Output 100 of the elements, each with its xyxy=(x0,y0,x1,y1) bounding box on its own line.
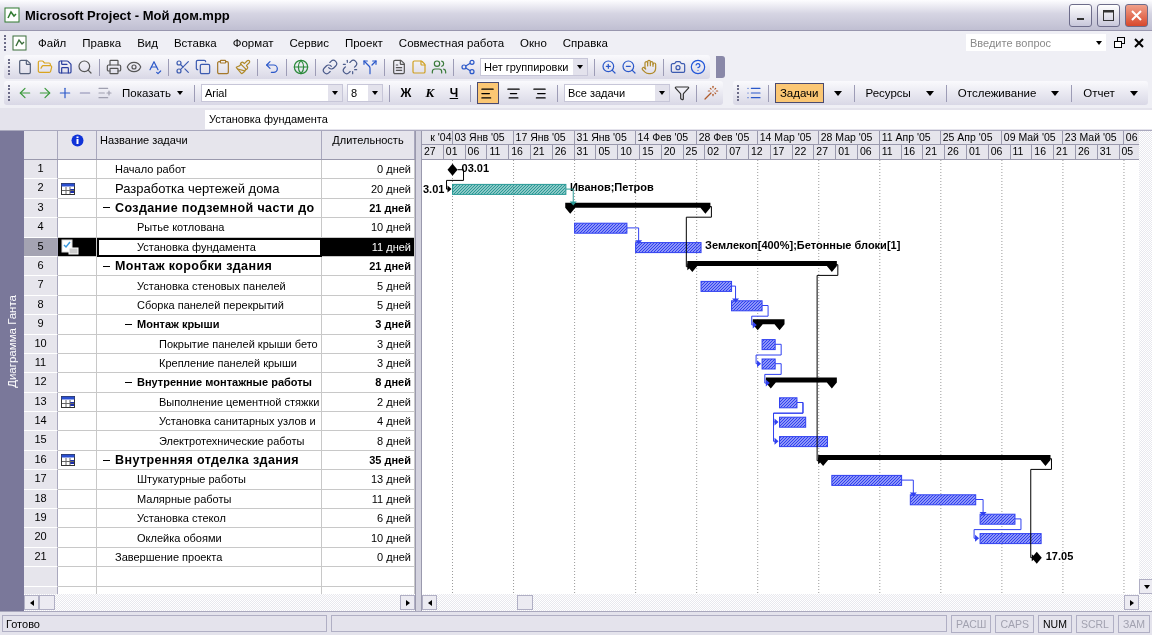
duration-cell[interactable]: 21 дней xyxy=(322,198,415,219)
duration-cell[interactable]: 21 дней xyxy=(322,256,415,277)
scissors-icon[interactable] xyxy=(175,59,191,75)
share-icon[interactable] xyxy=(460,59,476,75)
task-name-cell[interactable]: Электротехнические работы xyxy=(97,431,322,451)
task-name-cell[interactable]: Разработка чертежей дома xyxy=(97,179,322,199)
duration-cell[interactable]: 3 дней xyxy=(322,334,415,354)
view-bar-label[interactable]: Диаграмма Ганта xyxy=(6,294,18,388)
plus-icon[interactable] xyxy=(57,85,73,101)
task-name-cell[interactable]: Монтаж коробки здания xyxy=(97,256,322,277)
task-name-cell[interactable]: Начало работ xyxy=(97,160,322,180)
help-search-field[interactable]: Введите вопрос xyxy=(966,34,1106,51)
scroll-right-button[interactable] xyxy=(1124,595,1139,610)
magic-wand-icon[interactable] xyxy=(702,85,719,101)
row-number[interactable]: 18 xyxy=(24,489,58,510)
scroll-thumb[interactable] xyxy=(39,595,55,610)
restore-icon[interactable] xyxy=(1114,36,1126,49)
row-number[interactable]: 20 xyxy=(24,528,58,548)
task-name-cell[interactable]: Установка фундамента xyxy=(97,237,322,257)
duration-cell[interactable]: 20 дней xyxy=(322,179,415,199)
summary-bar[interactable] xyxy=(565,202,711,214)
row-number[interactable]: 4 xyxy=(24,218,58,238)
row-number[interactable]: 14 xyxy=(24,412,58,432)
grouping-dropdown[interactable]: Нет группировки xyxy=(480,58,588,76)
summary-bar[interactable] xyxy=(765,377,837,389)
task-name-cell[interactable]: Установка стекол xyxy=(97,509,322,529)
preview-icon[interactable] xyxy=(126,59,142,75)
menu-item[interactable]: Вид xyxy=(130,34,165,51)
filter-icon[interactable] xyxy=(673,85,690,101)
row-number[interactable]: 17 xyxy=(24,470,58,490)
right-arrow-icon[interactable] xyxy=(37,85,53,101)
duration-cell[interactable]: 11 дней xyxy=(322,489,415,510)
duration-cell[interactable]: 0 дней xyxy=(322,160,415,180)
task-bar[interactable] xyxy=(574,222,628,234)
undo-icon[interactable] xyxy=(264,59,280,75)
maximize-button[interactable] xyxy=(1097,3,1120,27)
duration-cell[interactable]: 11 дней xyxy=(322,237,415,257)
menu-item[interactable]: Формат xyxy=(225,34,281,51)
camera-icon[interactable] xyxy=(670,59,686,75)
row-number[interactable]: 5 xyxy=(24,237,58,257)
duration-cell[interactable]: 5 дней xyxy=(322,276,415,296)
duration-cell[interactable]: 3 дней xyxy=(322,315,415,335)
scroll-thumb[interactable] xyxy=(517,595,533,610)
duration-cell[interactable]: 0 дней xyxy=(322,547,415,568)
vertical-scrollbar[interactable] xyxy=(1139,131,1152,611)
guide-button[interactable]: Задачи xyxy=(774,83,824,103)
copy-icon[interactable] xyxy=(195,59,211,75)
row-number[interactable]: 9 xyxy=(24,315,58,335)
task-name-cell[interactable]: Оклейка обоями xyxy=(97,528,322,548)
task-bar[interactable] xyxy=(831,474,903,486)
task-bar[interactable] xyxy=(909,494,977,506)
task-bar[interactable] xyxy=(979,513,1016,525)
dropdown-arrow-icon[interactable] xyxy=(1051,90,1060,96)
task-name-cell[interactable]: Малярные работы xyxy=(97,489,322,510)
row-number[interactable]: 12 xyxy=(24,373,58,393)
printer-icon[interactable] xyxy=(106,59,122,75)
guide-button[interactable]: Отчет xyxy=(1078,83,1120,103)
zoom-out-icon[interactable] xyxy=(621,59,637,75)
document-info-icon[interactable] xyxy=(391,59,407,75)
task-bar[interactable] xyxy=(779,416,807,428)
menu-item[interactable]: Проект xyxy=(337,34,390,51)
menu-item[interactable]: Файл xyxy=(31,34,74,51)
row-number[interactable]: 19 xyxy=(24,509,58,529)
globe-icon[interactable] xyxy=(293,59,309,75)
duration-cell[interactable]: 8 дней xyxy=(322,431,415,451)
menu-item[interactable]: Окно xyxy=(513,34,554,51)
help-icon[interactable] xyxy=(690,59,706,75)
dropdown-arrow-icon[interactable] xyxy=(833,90,842,96)
row-number[interactable]: 16 xyxy=(24,450,58,471)
scroll-down-button[interactable] xyxy=(1139,579,1152,594)
row-number[interactable]: 21 xyxy=(24,547,58,568)
duration-cell[interactable]: 3 дней xyxy=(322,353,415,374)
scroll-right-button[interactable] xyxy=(400,595,415,610)
row-number[interactable]: 15 xyxy=(24,431,58,451)
menu-item[interactable]: Вставка xyxy=(166,34,224,51)
font-dropdown[interactable]: Arial xyxy=(200,84,343,102)
task-name-cell[interactable]: Внутренние монтажные работы xyxy=(97,373,322,393)
split-icon[interactable] xyxy=(362,59,378,75)
row-number[interactable]: 2 xyxy=(24,179,58,199)
task-bar[interactable] xyxy=(731,300,763,312)
row-number[interactable]: 10 xyxy=(24,334,58,354)
chain-link-icon[interactable] xyxy=(322,59,338,75)
duration-cell[interactable]: 35 дней xyxy=(322,450,415,471)
row-number[interactable]: 6 xyxy=(24,256,58,277)
scroll-left-button[interactable] xyxy=(422,595,437,610)
new-file-icon[interactable] xyxy=(17,59,33,75)
task-bar[interactable] xyxy=(700,280,733,292)
task-bar[interactable] xyxy=(779,436,828,448)
duration-cell[interactable]: 8 дней xyxy=(322,373,415,393)
close-icon[interactable] xyxy=(1134,37,1144,48)
task-name-cell[interactable]: Штукатурные работы xyxy=(97,470,322,490)
list-pane-icon[interactable] xyxy=(745,85,762,101)
task-bar[interactable] xyxy=(635,242,702,254)
close-button[interactable] xyxy=(1125,3,1148,27)
duration-cell[interactable]: 10 дней xyxy=(322,218,415,238)
dropdown-arrow-icon[interactable] xyxy=(925,90,934,96)
task-name-cell[interactable]: Установка санитарных узлов и xyxy=(97,412,322,432)
milestone-diamond[interactable] xyxy=(447,163,458,176)
task-name-cell[interactable]: Покрытие панелей крыши бето xyxy=(97,334,322,354)
show-dropdown-button[interactable]: Показать xyxy=(117,83,188,103)
